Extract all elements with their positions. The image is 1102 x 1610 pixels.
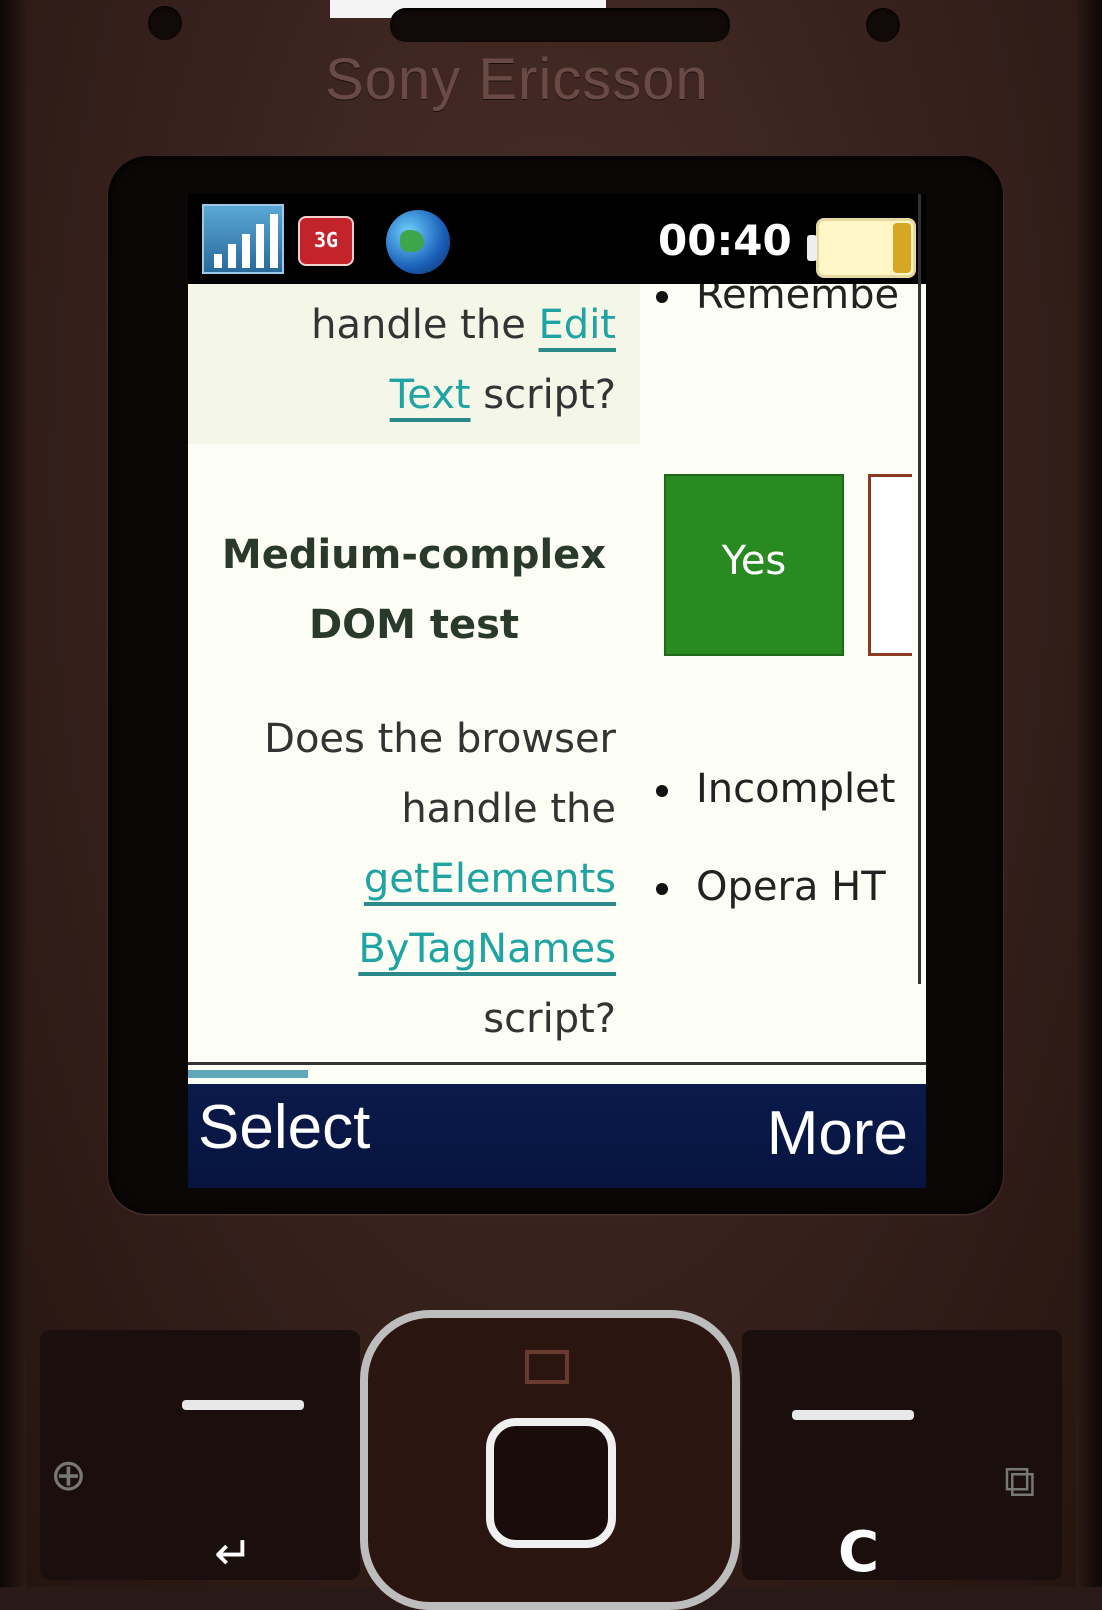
bullet-dot-icon bbox=[656, 883, 668, 895]
back-key[interactable]: ↵ bbox=[214, 1526, 253, 1580]
softkey-bar: Select More bbox=[188, 1084, 926, 1188]
horizontal-scrollbar[interactable] bbox=[188, 1070, 308, 1078]
internet-globe-icon[interactable]: ⊕ bbox=[50, 1450, 87, 1501]
question1-line2: Text script? bbox=[389, 372, 616, 418]
bullet-item-opera[interactable]: Opera HT bbox=[656, 864, 886, 910]
edit-text-link-part2[interactable]: Text bbox=[390, 372, 471, 418]
question2-suffix: script? bbox=[483, 996, 616, 1042]
browser-viewport[interactable]: handle the Edit Text script? Medium-comp… bbox=[188, 284, 926, 1074]
select-softkey[interactable]: Select bbox=[198, 1092, 370, 1163]
results-column: Remembe Yes Incomplet Opera HT bbox=[640, 284, 926, 1074]
question2-link-line2: ByTagNames bbox=[358, 914, 616, 984]
status-bar: 3G 00:40 bbox=[188, 194, 926, 284]
clear-key[interactable]: C bbox=[838, 1520, 879, 1585]
bullet-item-remember[interactable]: Remembe bbox=[656, 284, 899, 318]
phone-screen: 3G 00:40 handle the Edit Text script? Me… bbox=[188, 194, 926, 1188]
left-softkey-dash-icon bbox=[182, 1400, 304, 1410]
bullet-item-incomplete[interactable]: Incomplet bbox=[656, 766, 895, 812]
next-result-cell[interactable] bbox=[868, 474, 912, 656]
battery-icon bbox=[807, 218, 916, 278]
bullet-dot-icon bbox=[656, 785, 668, 797]
question2-line2: handle the bbox=[401, 786, 616, 832]
earpiece-speaker bbox=[390, 8, 730, 42]
nav-up-icon bbox=[525, 1350, 569, 1384]
phone-body: Sony Ericsson 3G 00:40 handle the Edit T… bbox=[0, 0, 1102, 1610]
question2-line1: Does the browser bbox=[264, 716, 616, 762]
vertical-scrollbar[interactable] bbox=[918, 194, 921, 984]
right-softkey-button[interactable] bbox=[742, 1330, 1062, 1580]
3g-icon: 3G bbox=[298, 216, 354, 266]
getelements-link-part2[interactable]: ByTagNames bbox=[358, 926, 616, 972]
viewport-bottom-border bbox=[188, 1062, 926, 1065]
getelements-link-part1[interactable]: getElements bbox=[364, 856, 616, 902]
status-clock: 00:40 bbox=[658, 216, 792, 265]
edit-text-link-part1[interactable]: Edit bbox=[539, 302, 616, 348]
question1-line1: handle the Edit bbox=[311, 302, 616, 348]
left-softkey-button[interactable] bbox=[40, 1330, 360, 1580]
test-title: Medium-complex DOM test bbox=[221, 532, 607, 648]
front-camera-icon bbox=[866, 8, 900, 42]
activity-menu-icon[interactable]: ⧉ bbox=[1004, 1456, 1035, 1507]
yes-result-cell[interactable]: Yes bbox=[664, 474, 844, 656]
right-softkey-dash-icon bbox=[792, 1410, 914, 1420]
signal-strength-icon bbox=[202, 204, 284, 274]
nav-center-button[interactable] bbox=[486, 1418, 616, 1548]
question2-link-line1: getElements bbox=[364, 844, 616, 914]
test-description-column: handle the Edit Text script? Medium-comp… bbox=[188, 284, 640, 1074]
more-softkey[interactable]: More bbox=[767, 1098, 908, 1169]
brand-logo: Sony Ericsson bbox=[325, 47, 709, 112]
keypad: ⊕ ⧉ ↵ C bbox=[0, 1290, 1102, 1610]
sensor-icon bbox=[148, 6, 182, 40]
bullet-dot-icon bbox=[656, 291, 668, 303]
globe-icon bbox=[386, 210, 450, 274]
